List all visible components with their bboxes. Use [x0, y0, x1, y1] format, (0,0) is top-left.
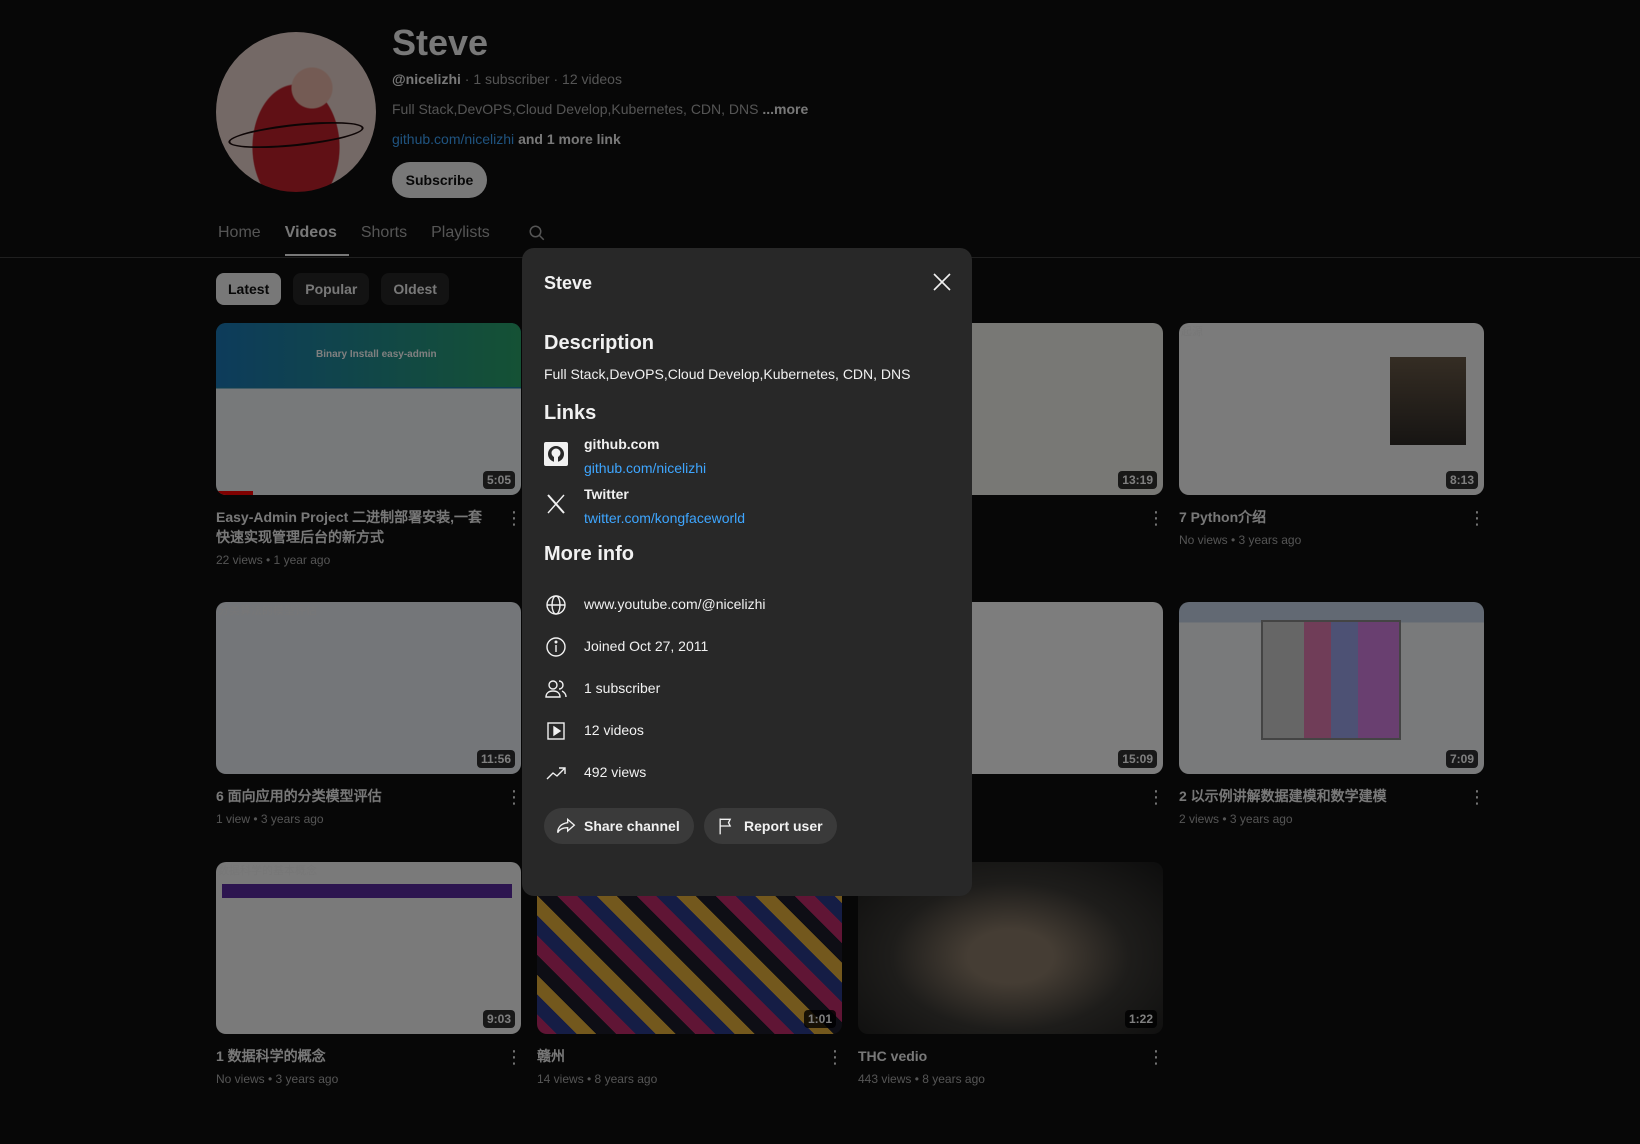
video-count: 12 videos [584, 722, 644, 738]
view-count: 492 views [584, 764, 647, 780]
trending-icon [546, 767, 566, 780]
report-label: Report user [744, 818, 823, 834]
share-icon [557, 817, 576, 834]
about-dialog: Steve Description Full Stack,DevOPS,Clou… [522, 248, 972, 896]
report-user-button[interactable]: Report user [704, 808, 837, 844]
joined-date: Joined Oct 27, 2011 [584, 638, 709, 654]
flag-icon [719, 818, 732, 835]
link-name: Twitter [584, 486, 629, 502]
people-icon [545, 680, 567, 698]
globe-icon [546, 595, 566, 615]
info-icon [546, 637, 566, 657]
more-info-heading: More info [544, 543, 634, 565]
link-url[interactable]: twitter.com/kongfaceworld [584, 510, 745, 526]
x-icon [547, 494, 565, 514]
share-label: Share channel [584, 818, 680, 834]
link-github: github.com github.com/nicelizhi [544, 436, 944, 478]
links-heading: Links [544, 402, 597, 424]
share-channel-button[interactable]: Share channel [544, 808, 694, 844]
channel-url[interactable]: www.youtube.com/@nicelizhi [584, 596, 766, 612]
description-heading: Description [544, 332, 655, 354]
description-text: Full Stack,DevOPS,Cloud Develop,Kubernet… [544, 366, 911, 382]
dialog-title: Steve [544, 273, 593, 293]
video-icon [547, 722, 565, 740]
link-url[interactable]: github.com/nicelizhi [584, 460, 706, 476]
subscriber-count: 1 subscriber [584, 680, 661, 696]
github-icon [544, 442, 568, 466]
close-icon[interactable] [930, 270, 954, 294]
link-twitter: Twitter twitter.com/kongfaceworld [544, 486, 944, 528]
link-name: github.com [584, 436, 660, 452]
